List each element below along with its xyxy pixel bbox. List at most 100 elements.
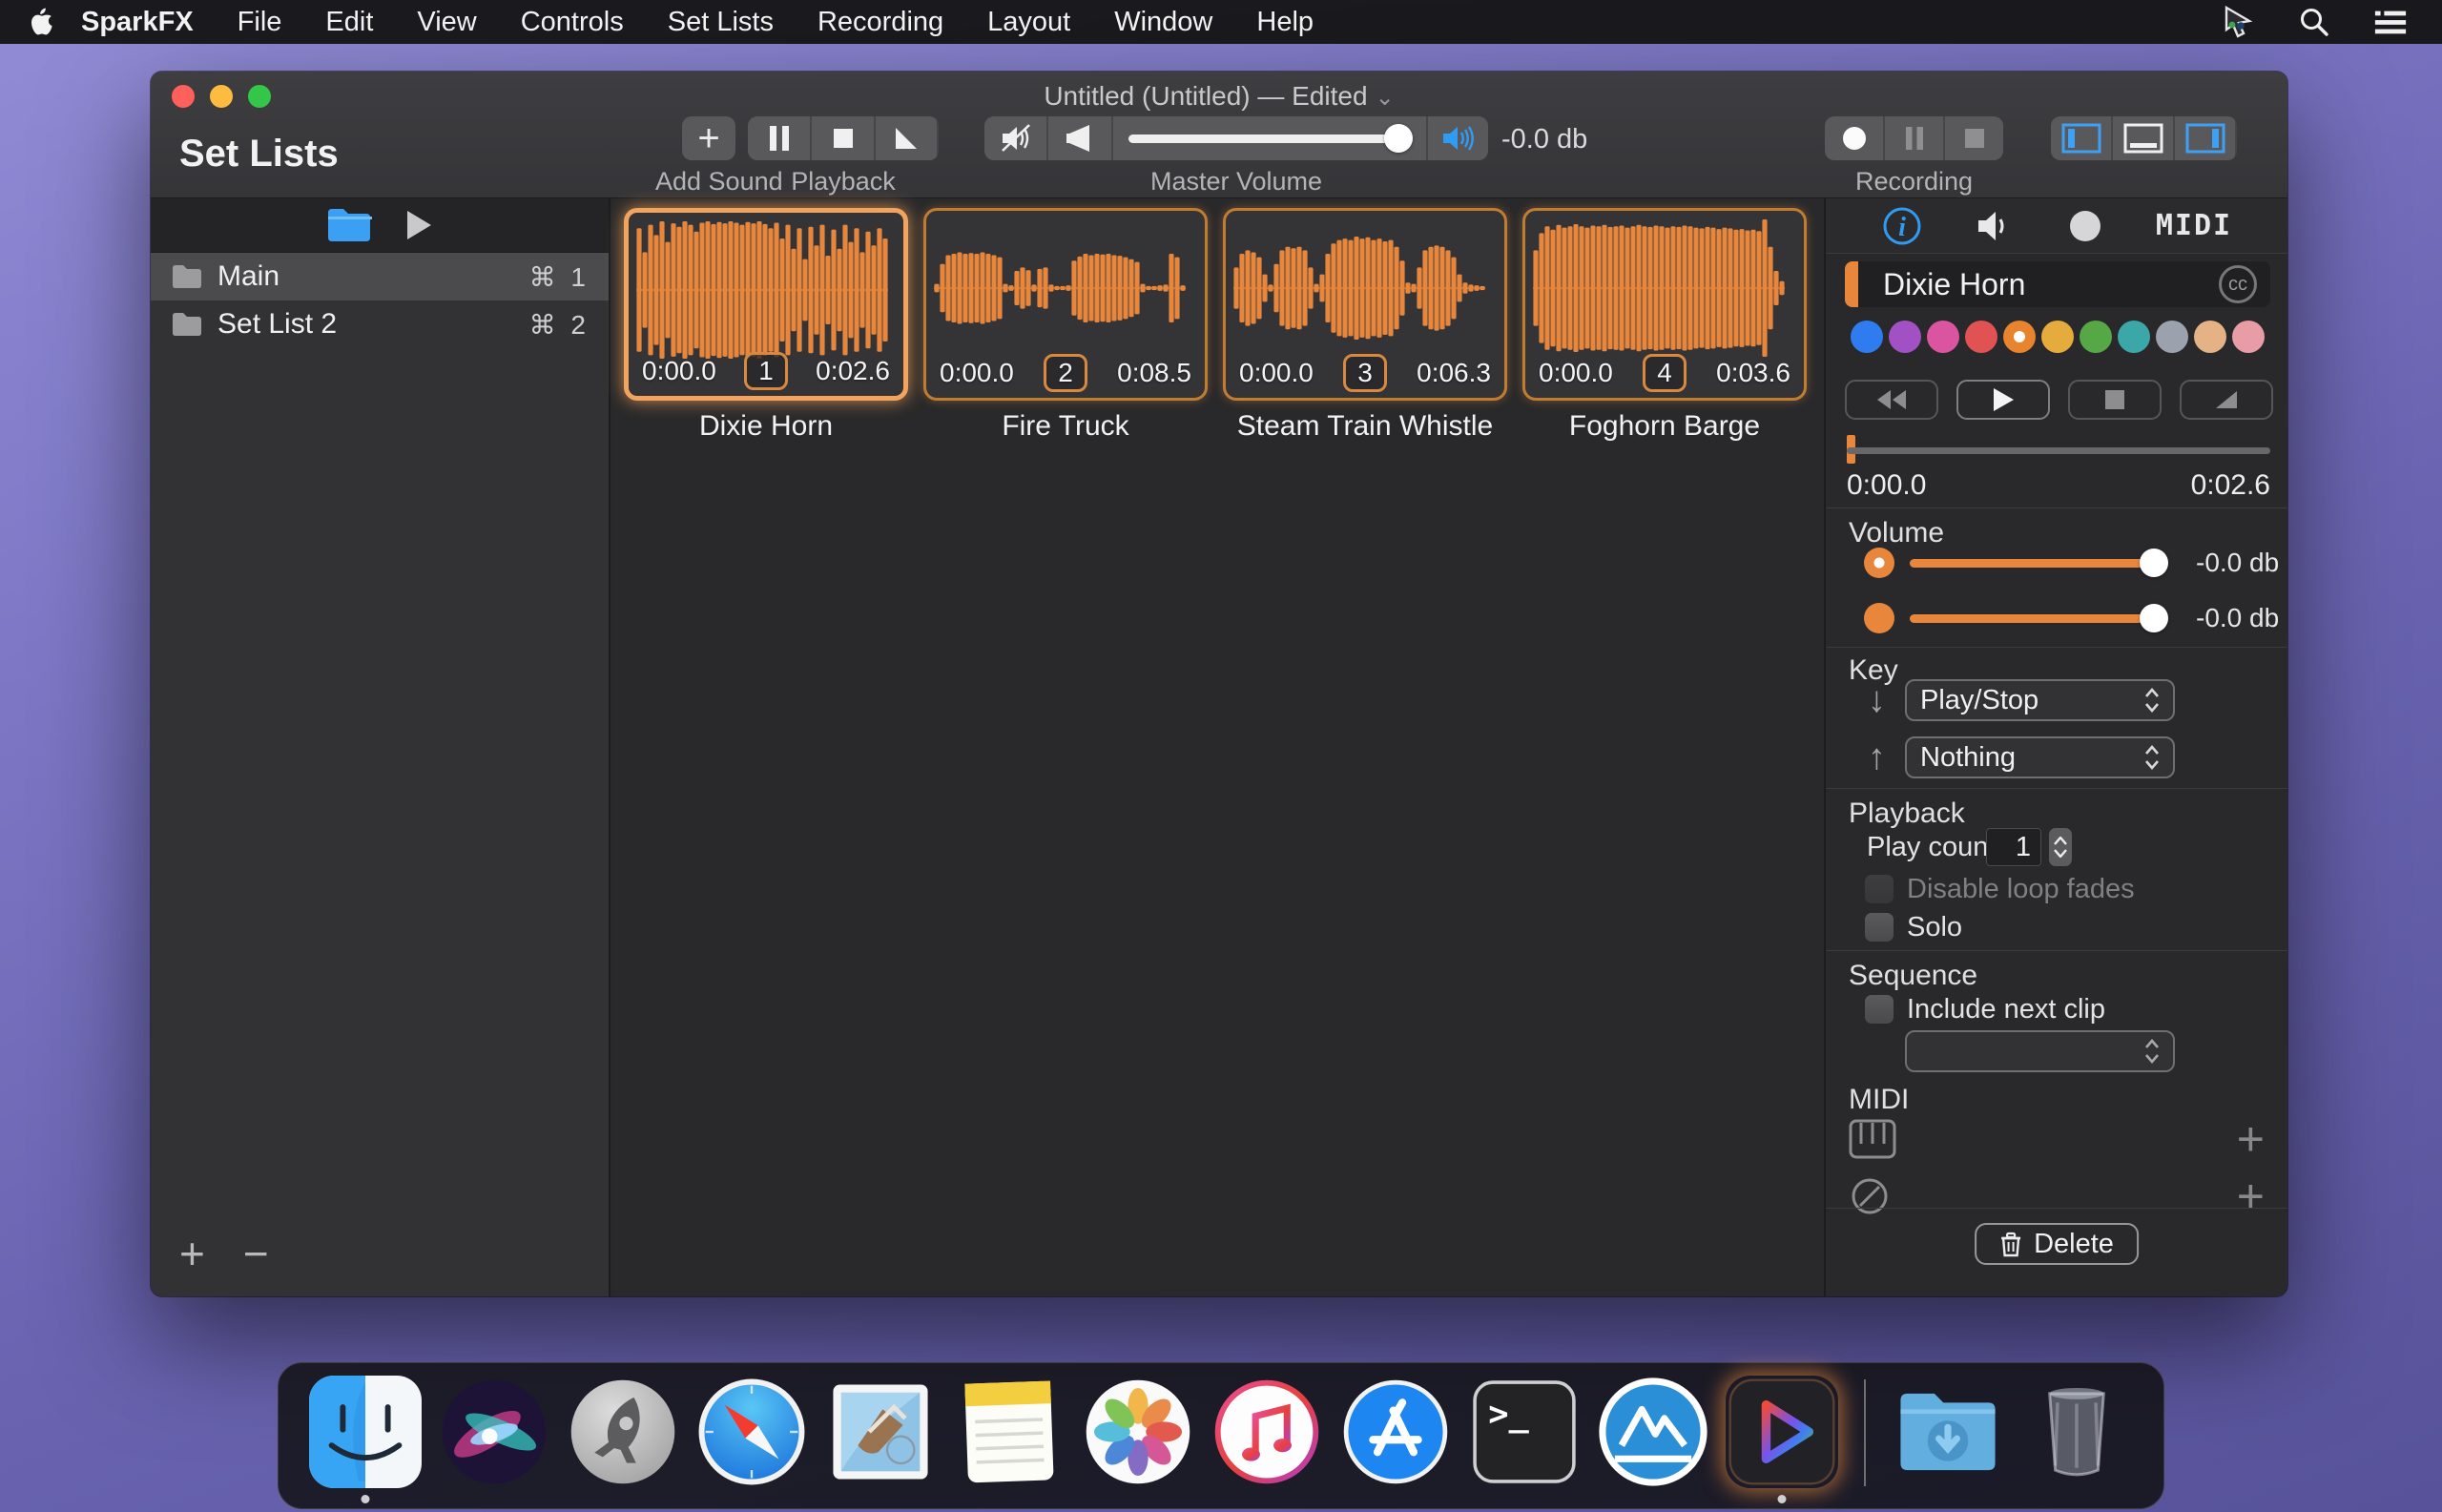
updown-chevron-icon [2144,745,2160,770]
window-title[interactable]: Untitled (Untitled) — Edited⌄ [151,81,2287,112]
play-set-list-icon[interactable] [404,209,433,241]
clip-name-label: Foghorn Barge [1522,410,1807,443]
add-midi-output-button[interactable]: + [2237,1175,2265,1217]
sidebar-item-set-list-2[interactable]: Set List 2 ⌘ 2 [151,300,609,348]
menu-view[interactable]: View [395,0,498,44]
dock-mountain-app-icon[interactable] [1597,1376,1709,1503]
clip-play-button[interactable] [1956,380,2050,420]
menu-recording[interactable]: Recording [796,0,965,44]
master-horn-button[interactable] [1048,116,1110,160]
toggle-left-panel-button[interactable] [2051,116,2111,160]
solo-checkbox[interactable] [1865,913,1894,942]
volume-slider-2[interactable] [1910,603,2164,633]
toggle-right-panel-button[interactable] [2175,116,2235,160]
key-down-action-dropdown[interactable]: Play/Stop [1905,679,2175,721]
add-set-list-button[interactable]: + [179,1232,205,1275]
master-volume-knob[interactable] [1384,124,1413,153]
color-swatch[interactable] [2080,321,2112,353]
new-folder-icon[interactable] [326,207,372,243]
dock-siri-icon[interactable] [438,1376,550,1503]
color-swatch[interactable] [2156,321,2188,353]
clip-rewind-button[interactable] [1845,380,1938,420]
volume-slider-1[interactable] [1910,548,2164,578]
color-swatch[interactable] [1965,321,1997,353]
color-swatch[interactable] [2041,321,2074,353]
playback-pause-button[interactable] [748,116,810,160]
dock-photos-icon[interactable] [1082,1376,1194,1503]
menu-help[interactable]: Help [1234,0,1335,44]
include-next-clip-checkbox[interactable] [1865,995,1894,1024]
menu-controls[interactable]: Controls [499,0,646,44]
playback-fade-button[interactable] [876,116,937,160]
updown-chevron-icon [2144,1039,2160,1064]
dock-launchpad-icon[interactable] [567,1376,679,1503]
clip-number-badge: 4 [1643,354,1687,392]
tab-midi-icon[interactable]: MIDI [2156,209,2232,242]
dock-safari-icon[interactable] [695,1376,808,1503]
menu-window[interactable]: Window [1092,0,1234,44]
toggle-bottom-panel-button[interactable] [2113,116,2173,160]
clip-stop-button[interactable] [2068,380,2162,420]
dock-app-store-icon[interactable] [1339,1376,1452,1503]
record-pause-button[interactable] [1885,116,1943,160]
tab-record-icon[interactable] [2066,207,2104,245]
clip-fade-button[interactable] [2180,380,2273,420]
clip-name-field[interactable]: Dixie Horn cc [1845,261,2270,307]
dock-mail-icon[interactable] [824,1376,937,1503]
tab-info-icon[interactable]: i [1881,205,1923,247]
color-swatch[interactable] [2003,321,2036,353]
dock-itunes-icon[interactable] [1211,1376,1323,1503]
volume-knob-1[interactable] [2140,549,2168,577]
color-swatch[interactable] [2118,321,2150,353]
next-clip-dropdown[interactable] [1905,1030,2175,1072]
dock-terminal-icon[interactable]: >_ [1468,1376,1581,1503]
play-count-field[interactable]: 1 [1986,828,2041,866]
remove-set-list-button[interactable]: − [243,1232,269,1275]
menu-app-name[interactable]: SparkFX [59,0,216,44]
menu-edit[interactable]: Edit [303,0,395,44]
tab-audio-icon[interactable] [1975,207,2015,245]
master-speaker-icon[interactable] [1428,116,1488,160]
clip-progress-track[interactable] [1847,447,2270,454]
dock-notes-icon[interactable] [953,1376,1066,1503]
add-sound-button[interactable]: + [682,116,735,160]
pointer-app-icon[interactable] [2221,5,2255,39]
color-swatch[interactable] [1889,321,1921,353]
menu-set-lists[interactable]: Set Lists [646,0,796,44]
dock-downloads-folder-icon[interactable] [1892,1376,2004,1503]
volume-knob-2[interactable] [2140,604,2168,632]
disable-loop-fades-checkbox[interactable] [1865,875,1894,903]
color-swatch[interactable] [2232,321,2265,353]
playback-stop-button[interactable] [812,116,874,160]
volume-radio-1[interactable] [1864,548,1894,578]
apple-menu-icon[interactable] [25,7,59,37]
key-up-action-dropdown[interactable]: Nothing [1905,736,2175,778]
dock-sparkfx-icon[interactable] [1726,1376,1838,1503]
play-count-stepper[interactable] [2049,828,2072,866]
sidebar-item-main[interactable]: Main ⌘ 1 [151,253,609,300]
dock-trash-icon[interactable] [2020,1376,2133,1503]
color-swatch[interactable] [1851,321,1883,353]
color-swatch[interactable] [2194,321,2226,353]
cc-badge-icon[interactable]: cc [2219,265,2257,303]
sparkfx-window: Untitled (Untitled) — Edited⌄ Set Lists … [151,72,2287,1296]
add-midi-trigger-button[interactable]: + [2237,1118,2265,1160]
notification-list-icon[interactable] [2373,5,2408,39]
record-button[interactable] [1825,116,1883,160]
menu-file[interactable]: File [216,0,304,44]
master-mute-button[interactable] [984,116,1046,160]
delete-clip-button[interactable]: Delete [1975,1223,2139,1265]
dock-finder-icon[interactable] [309,1376,422,1503]
spotlight-search-icon[interactable] [2297,5,2331,39]
sound-tile-fire-truck[interactable]: 0:00.0 2 0:08.5 [923,208,1208,401]
trash-icon [1999,1231,2022,1257]
volume-radio-2[interactable] [1864,603,1894,633]
master-volume-slider[interactable] [1113,116,1426,160]
sound-tile-foghorn-barge[interactable]: 0:00.0 4 0:03.6 [1522,208,1807,401]
clip-inspector: i MIDI Dixie Horn cc [1824,198,2287,1296]
color-swatch[interactable] [1927,321,1959,353]
sound-tile-dixie-horn[interactable]: 0:00.0 1 0:02.6 [624,208,908,401]
sound-tile-steam-train-whistle[interactable]: 0:00.0 3 0:06.3 [1223,208,1507,401]
record-stop-button[interactable] [1945,116,2003,160]
menu-layout[interactable]: Layout [965,0,1092,44]
